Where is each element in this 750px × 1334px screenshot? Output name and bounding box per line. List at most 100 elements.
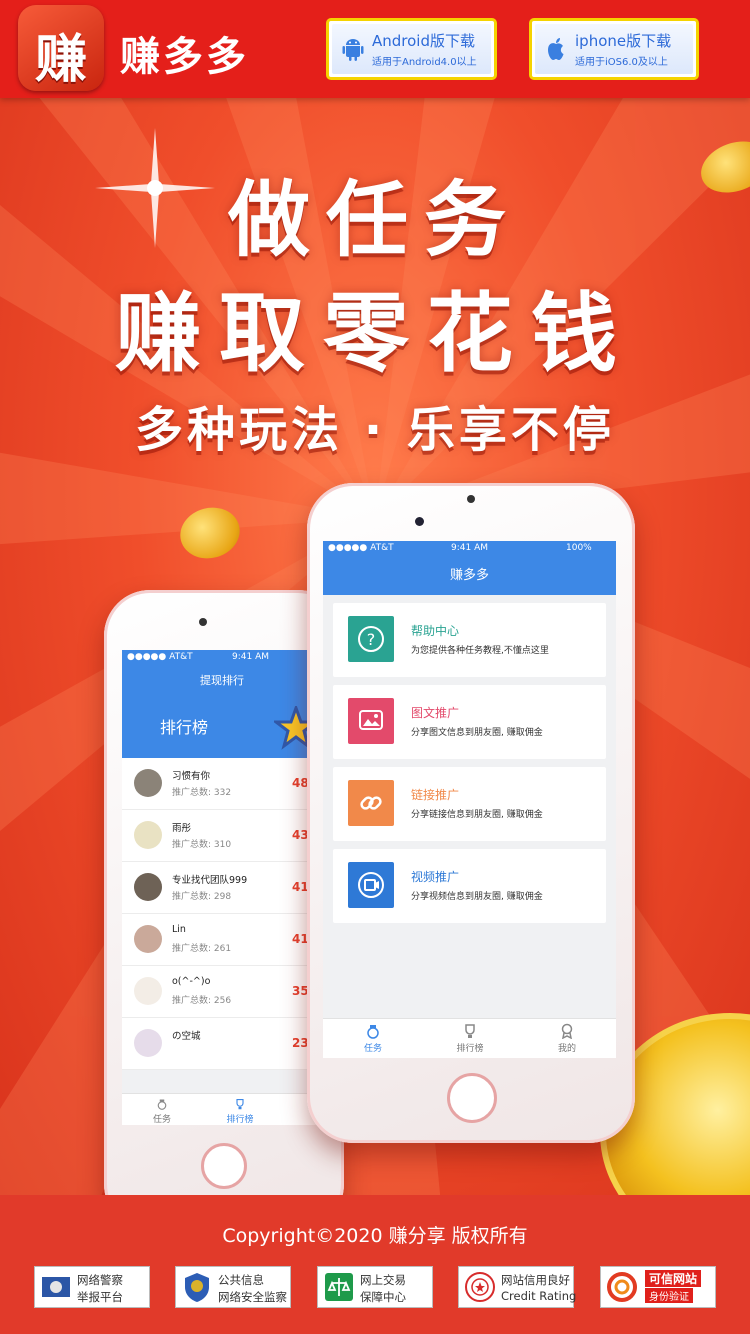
task-icon-tile xyxy=(348,780,394,826)
svg-text:?: ? xyxy=(367,630,376,649)
task-item[interactable]: 链接推广分享链接信息到朋友圈, 赚取佣金 xyxy=(333,767,606,841)
task-icon-tile: ? xyxy=(348,616,394,662)
avatar xyxy=(134,821,162,849)
task-description: 为您提供各种任务教程,不懂点这里 xyxy=(411,646,549,656)
promotion-count: 推广总数: 261 xyxy=(172,944,232,954)
certification-badge[interactable]: 网上交易 保障中心 xyxy=(317,1266,433,1308)
carrier-label: ●●●●● AT&T xyxy=(127,652,193,662)
battery-label: 100% xyxy=(566,543,592,553)
task-item[interactable]: ? 帮助中心为您提供各种任务教程,不懂点这里 xyxy=(333,603,606,677)
ranking-row[interactable]: 雨彤 推广总数: 310 433 xyxy=(122,810,322,862)
task-item[interactable]: 视频推广 分享视频信息到朋友圈, 赚取佣金 xyxy=(333,849,606,923)
task-description: 分享图文信息到朋友圈, 赚取佣金 xyxy=(411,728,543,738)
android-download-button[interactable]: Android版下载 适用于Android4.0以上 xyxy=(326,18,497,80)
status-bar: ●●●●● AT&T 9:41 AM xyxy=(122,650,322,666)
badge-line-1: 网上交易 xyxy=(360,1273,406,1287)
iphone-download-title: iphone版下载 xyxy=(575,32,672,50)
trophy-icon xyxy=(465,1024,475,1038)
iphone-download-subtitle: 适用于iOS6.0及以上 xyxy=(575,57,668,68)
time-label: 9:41 AM xyxy=(451,543,488,553)
badge-line-1: 网络警察 xyxy=(77,1273,123,1287)
badge-icon xyxy=(40,1271,72,1303)
time-label: 9:41 AM xyxy=(232,652,269,662)
headline-line-2: 赚取零花钱 xyxy=(115,284,635,384)
headline-line-1: 做任务 xyxy=(227,173,522,268)
tab-tasks-label: 任务 xyxy=(363,1044,382,1054)
user-name: の空城 xyxy=(172,1031,201,1042)
apple-icon xyxy=(548,38,564,60)
task-title: 图文推广 xyxy=(411,706,460,720)
badge-line-1: 网站信用良好 xyxy=(501,1273,570,1287)
badge-icon xyxy=(606,1271,638,1303)
promotion-count: 推广总数: 310 xyxy=(172,840,232,850)
tab-ranking-label: 排行榜 xyxy=(226,1115,254,1125)
logo-char: 赚 xyxy=(34,30,87,90)
task-icon-tile xyxy=(348,862,394,908)
trophy-icon xyxy=(236,1098,244,1110)
copyright-text: Copyright©2020 赚分享 版权所有 xyxy=(222,1225,528,1247)
task-item[interactable]: 图文推广分享图文信息到朋友圈, 赚取佣金 xyxy=(333,685,606,759)
money-bag-icon xyxy=(157,1099,167,1110)
ranking-row[interactable]: の空城 231 xyxy=(122,1018,322,1070)
certification-badge[interactable]: 公共信息 网络安全监察 xyxy=(175,1266,291,1308)
badge-icon xyxy=(323,1271,355,1303)
ranking-screen: ●●●●● AT&T 9:41 AM 提现排行 排行榜 习惯有你 推广总数: 33… xyxy=(122,650,322,1125)
badge-line-2: 保障中心 xyxy=(360,1290,406,1304)
tab-mine[interactable]: 我的 xyxy=(537,1023,597,1054)
badge-line-2: 身份验证 xyxy=(645,1288,693,1303)
android-download-title: Android版下载 xyxy=(372,32,475,50)
ranking-row[interactable]: 专业找代团队999 推广总数: 298 412 xyxy=(122,862,322,914)
task-title: 帮助中心 xyxy=(411,624,460,638)
medal-icon xyxy=(561,1023,573,1039)
certification-badge[interactable]: 网络警察 举报平台 xyxy=(34,1266,150,1308)
tab-tasks[interactable]: 任务 xyxy=(132,1098,192,1125)
link-icon xyxy=(356,796,386,822)
certification-badge[interactable]: 可信网站 身份验证 xyxy=(600,1266,716,1308)
user-name: o(^-^)o xyxy=(172,976,211,987)
ranking-row[interactable]: 习惯有你 推广总数: 332 488 xyxy=(122,758,322,810)
promotion-count: 推广总数: 332 xyxy=(172,788,232,798)
ranking-row[interactable]: Lin 推广总数: 261 410 xyxy=(122,914,322,966)
headline-slogan: 多种玩法 · 乐享不停 xyxy=(135,402,615,458)
certification-badge[interactable]: 网站信用良好 Credit Rating xyxy=(458,1266,577,1308)
promotion-count: 推广总数: 298 xyxy=(172,892,232,902)
task-description: 分享视频信息到朋友圈, 赚取佣金 xyxy=(411,892,543,902)
tasks-screen: ●●●●● AT&T 9:41 AM 100% 赚多多 ? 帮助中心 为您提供各种任… xyxy=(323,541,616,1058)
ranking-row[interactable]: o(^-^)o 推广总数: 256 353 xyxy=(122,966,322,1018)
user-name: 专业找代团队999 xyxy=(172,875,248,886)
app-logo[interactable]: 赚 xyxy=(18,5,104,91)
phone-camera xyxy=(199,618,207,626)
ranking-banner: 排行榜 xyxy=(122,696,322,758)
ranking-banner-title: 排行榜 xyxy=(160,718,209,737)
task-title: 链接推广 xyxy=(411,788,460,802)
android-icon xyxy=(342,39,364,61)
top-header: 赚 赚多多 Android版下载 适用于Android4.0以上 iphone版… xyxy=(0,0,750,98)
tab-tasks[interactable]: 任务 xyxy=(343,1023,403,1054)
avatar xyxy=(134,977,162,1005)
tab-ranking[interactable]: 排行榜 xyxy=(210,1098,270,1125)
status-bar: ●●●●● AT&T 9:41 AM 100% xyxy=(323,541,616,557)
user-name: Lin xyxy=(172,924,186,935)
badge-icon xyxy=(181,1271,213,1303)
tasks-tab-bar: 任务 排行榜 我的 xyxy=(323,1018,616,1058)
avatar xyxy=(134,873,162,901)
badge-line-2: Credit Rating xyxy=(501,1289,577,1303)
money-bag-icon xyxy=(367,1025,379,1039)
avatar xyxy=(134,1029,162,1057)
home-button xyxy=(447,1073,497,1123)
user-name: 习惯有你 xyxy=(172,771,211,782)
promotion-count: 推广总数: 256 xyxy=(172,996,232,1006)
badge-line-1: 公共信息 xyxy=(218,1273,264,1287)
task-icon-tile xyxy=(348,698,394,744)
question-icon: ? xyxy=(356,626,386,658)
iphone-download-button[interactable]: iphone版下载 适用于iOS6.0及以上 xyxy=(529,18,699,80)
image-icon xyxy=(356,710,386,740)
home-button xyxy=(201,1143,247,1189)
tab-ranking[interactable]: 排行榜 xyxy=(440,1023,500,1054)
task-description: 分享链接信息到朋友圈, 赚取佣金 xyxy=(411,810,543,820)
tab-tasks-label: 任务 xyxy=(152,1115,171,1125)
phone-camera xyxy=(415,517,424,526)
ranking-tab-bar: 任务 排行榜 xyxy=(122,1093,322,1125)
hero-banner: 做任务 赚取零花钱 多种玩法 · 乐享不停 ●●●●● AT&T 9:41 AM… xyxy=(0,98,750,1195)
carrier-label: ●●●●● AT&T xyxy=(328,543,394,553)
